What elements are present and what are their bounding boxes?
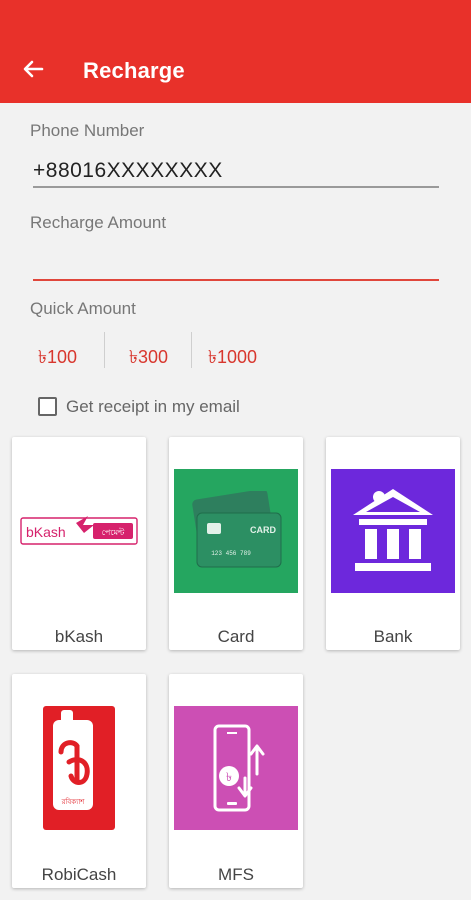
quick-amount-1000[interactable]: ৳1000 xyxy=(208,343,257,374)
payment-method-bank[interactable]: Bank xyxy=(326,437,460,650)
payment-method-label: Bank xyxy=(373,627,413,646)
quick-amount-divider xyxy=(104,332,105,368)
svg-text:CARD: CARD xyxy=(250,525,276,535)
recharge-amount-input[interactable] xyxy=(33,248,439,278)
arrow-left-icon xyxy=(23,60,44,78)
recharge-amount-label: Recharge Amount xyxy=(30,213,167,232)
bank-icon xyxy=(331,469,455,593)
phone-number-input[interactable]: +88016XXXXXXXX xyxy=(33,159,439,183)
back-button[interactable] xyxy=(18,54,48,84)
quick-amount-100[interactable]: ৳100 xyxy=(38,343,77,374)
bkash-logo: bKash পেমেন্ট xyxy=(17,469,141,593)
payment-method-bkash[interactable]: bKash পেমেন্ট bKash xyxy=(12,437,146,650)
receipt-email-checkbox[interactable] xyxy=(38,397,57,416)
svg-text:পেমেন্ট: পেমেন্ট xyxy=(102,528,125,537)
payment-method-card[interactable]: CARD 123 456 789 Card xyxy=(169,437,303,650)
svg-text:৳: ৳ xyxy=(226,770,232,784)
phone-number-label: Phone Number xyxy=(30,121,145,140)
payment-method-label: MFS xyxy=(218,865,254,884)
payment-method-label: Card xyxy=(217,627,255,646)
phone-number-underline xyxy=(33,186,439,188)
svg-text:123 456 789: 123 456 789 xyxy=(211,550,251,557)
svg-text:রবিক্যাশ: রবিক্যাশ xyxy=(61,798,86,806)
svg-text:bKash: bKash xyxy=(26,524,66,540)
payment-method-label: bKash xyxy=(54,627,104,646)
payment-method-robicash[interactable]: রবিক্যাশ RobiCash xyxy=(12,674,146,888)
page-title: Recharge xyxy=(83,58,185,83)
payment-method-label: RobiCash xyxy=(41,865,117,884)
quick-amount-divider xyxy=(191,332,192,368)
receipt-email-label: Get receipt in my email xyxy=(66,397,240,416)
app-bar: Recharge xyxy=(0,0,471,103)
quick-amount-label: Quick Amount xyxy=(30,299,136,318)
robicash-logo: রবিক্যাশ xyxy=(17,706,141,830)
recharge-amount-underline xyxy=(33,279,439,281)
credit-card-icon: CARD 123 456 789 xyxy=(174,469,298,593)
mobile-transfer-icon: ৳ xyxy=(174,706,298,830)
quick-amount-300[interactable]: ৳300 xyxy=(129,343,168,374)
payment-method-mfs[interactable]: ৳ MFS xyxy=(169,674,303,888)
